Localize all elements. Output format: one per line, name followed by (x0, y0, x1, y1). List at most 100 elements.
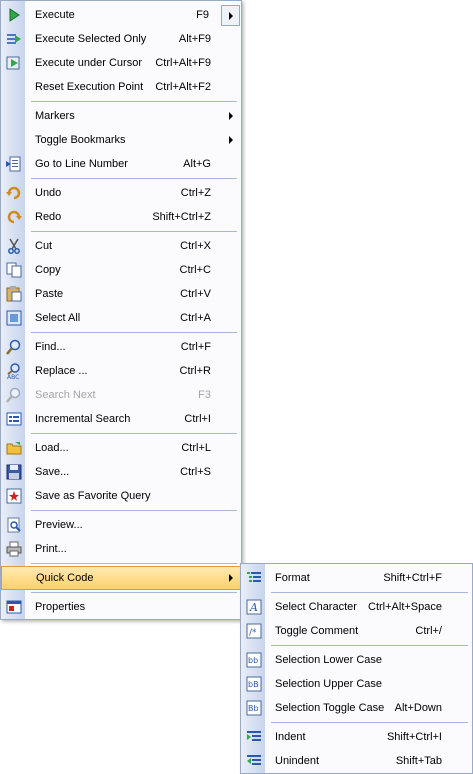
menu-item-label: Search Next (35, 389, 96, 401)
submenu-item-unindent[interactable]: Unindent Shift+Tab (241, 749, 472, 773)
menu-item-markers[interactable]: Markers (1, 104, 241, 128)
menu-item-shortcut: Ctrl+X (180, 240, 211, 252)
paste-icon (6, 286, 22, 302)
menu-item-label: Execute Selected Only (35, 33, 147, 45)
submenu-item-label: Select Character (275, 601, 357, 613)
submenu-item-shortcut: Alt+Down (394, 702, 442, 714)
menu-item-undo[interactable]: Undo Ctrl+Z (1, 181, 241, 205)
menu-item-reset-execution-point[interactable]: Reset Execution Point Ctrl+Alt+F2 (1, 75, 241, 99)
format-icon (247, 572, 261, 582)
svg-text:bb: bb (248, 656, 258, 665)
quick-code-submenu: Format Shift+Ctrl+F A Select Character C… (240, 563, 473, 774)
menu-item-shortcut: Ctrl+Alt+F9 (155, 57, 211, 69)
lower-case-icon: bb (246, 652, 262, 668)
menu-item-label: Properties (35, 601, 86, 613)
chevron-right-icon (229, 574, 233, 582)
submenu-item-label: Selection Lower Case (275, 654, 383, 666)
menu-item-shortcut: Ctrl+I (184, 413, 211, 425)
menu-item-redo[interactable]: Redo Shift+Ctrl+Z (1, 205, 241, 229)
context-menu: Execute F9 Execute Selected Only Alt+F9 … (0, 0, 242, 620)
menu-separator (31, 433, 237, 434)
menu-separator (31, 178, 237, 179)
replace-icon: ABC (7, 363, 20, 379)
menu-item-print[interactable]: Print... (1, 537, 241, 561)
menu-item-replace[interactable]: ABC Replace ... Ctrl+R (1, 359, 241, 383)
submenu-item-shortcut: Ctrl+/ (415, 625, 442, 637)
menu-item-save[interactable]: Save... Ctrl+S (1, 460, 241, 484)
submenu-item-select-character[interactable]: A Select Character Ctrl+Alt+Space (241, 595, 472, 619)
menu-item-label: Save as Favorite Query (35, 490, 151, 502)
menu-item-shortcut: F9 (196, 9, 209, 21)
submenu-item-label: Format (275, 572, 310, 584)
svg-text:bB: bB (248, 680, 259, 689)
menu-item-save-favorite[interactable]: Save as Favorite Query (1, 484, 241, 508)
submenu-item-label: Selection Toggle Case (275, 702, 385, 714)
chevron-right-icon (229, 136, 233, 144)
menu-item-label: Reset Execution Point (35, 81, 144, 93)
menu-item-label: Cut (35, 240, 53, 252)
menu-item-shortcut: Ctrl+Z (180, 187, 211, 199)
menu-item-find[interactable]: Find... Ctrl+F (1, 335, 241, 359)
preview-icon (7, 517, 21, 533)
find-icon (6, 339, 21, 355)
submenu-item-label: Indent (275, 731, 306, 743)
execute-icon (9, 8, 20, 22)
incremental-search-icon (6, 412, 22, 426)
menu-item-shortcut: Ctrl+F (180, 341, 211, 353)
submenu-item-shortcut: Shift+Ctrl+F (383, 572, 442, 584)
save-icon (6, 464, 22, 480)
menu-item-label: Save... (35, 466, 70, 478)
execute-dropdown-button[interactable] (221, 5, 240, 26)
menu-item-label: Print... (35, 543, 67, 555)
menu-item-shortcut: Ctrl+Alt+F2 (155, 81, 211, 93)
menu-separator (31, 231, 237, 232)
menu-item-label: Go to Line Number (35, 158, 128, 170)
submenu-item-shortcut: Ctrl+Alt+Space (368, 601, 442, 613)
chevron-right-icon (229, 12, 233, 20)
properties-icon (6, 600, 22, 614)
cut-icon (8, 238, 20, 254)
menu-item-paste[interactable]: Paste Ctrl+V (1, 282, 241, 306)
menu-item-properties[interactable]: Properties (1, 595, 241, 619)
chevron-right-icon (229, 112, 233, 120)
menu-item-execute[interactable]: Execute F9 (1, 3, 241, 27)
select-all-icon (6, 310, 22, 326)
load-icon (6, 442, 22, 455)
menu-separator (31, 101, 237, 102)
submenu-item-toggle-comment[interactable]: /* Toggle Comment Ctrl+/ (241, 619, 472, 643)
menu-item-select-all[interactable]: Select All Ctrl+A (1, 306, 241, 330)
menu-item-execute-under-cursor[interactable]: Execute under Cursor Ctrl+Alt+F9 (1, 51, 241, 75)
indent-icon (247, 731, 261, 741)
execute-selected-icon (7, 34, 21, 44)
menu-item-cut[interactable]: Cut Ctrl+X (1, 234, 241, 258)
menu-separator (31, 332, 237, 333)
submenu-item-lower-case[interactable]: bb Selection Lower Case (241, 648, 472, 672)
submenu-item-indent[interactable]: Indent Shift+Ctrl+I (241, 725, 472, 749)
print-icon (6, 541, 22, 557)
menu-item-shortcut: Ctrl+C (179, 264, 211, 276)
menu-item-toggle-bookmarks[interactable]: Toggle Bookmarks (1, 128, 241, 152)
submenu-item-toggle-case[interactable]: Bb Selection Toggle Case Alt+Down (241, 696, 472, 720)
menu-item-go-to-line[interactable]: Go to Line Number Alt+G (1, 152, 241, 176)
menu-separator (31, 563, 237, 564)
submenu-item-format[interactable]: Format Shift+Ctrl+F (241, 566, 472, 590)
menu-item-quick-code[interactable]: Quick Code (1, 566, 241, 590)
menu-item-shortcut: Ctrl+R (179, 365, 211, 377)
submenu-item-upper-case[interactable]: bB Selection Upper Case (241, 672, 472, 696)
menu-item-incremental-search[interactable]: Incremental Search Ctrl+I (1, 407, 241, 431)
menu-item-shortcut: Ctrl+A (180, 312, 211, 324)
submenu-item-label: Toggle Comment (275, 625, 359, 637)
menu-item-label: Replace ... (35, 365, 88, 377)
submenu-item-label: Selection Upper Case (275, 678, 383, 690)
submenu-item-label: Unindent (275, 755, 320, 767)
menu-item-shortcut: Ctrl+V (180, 288, 211, 300)
menu-item-label: Incremental Search (35, 413, 131, 425)
menu-item-preview[interactable]: Preview... (1, 513, 241, 537)
menu-item-load[interactable]: Load... Ctrl+L (1, 436, 241, 460)
menu-item-label: Paste (35, 288, 64, 300)
menu-item-execute-selected[interactable]: Execute Selected Only Alt+F9 (1, 27, 241, 51)
menu-item-label: Undo (35, 187, 62, 199)
svg-text:ABC: ABC (7, 374, 19, 379)
svg-text:Bb: Bb (248, 704, 259, 713)
menu-item-copy[interactable]: Copy Ctrl+C (1, 258, 241, 282)
